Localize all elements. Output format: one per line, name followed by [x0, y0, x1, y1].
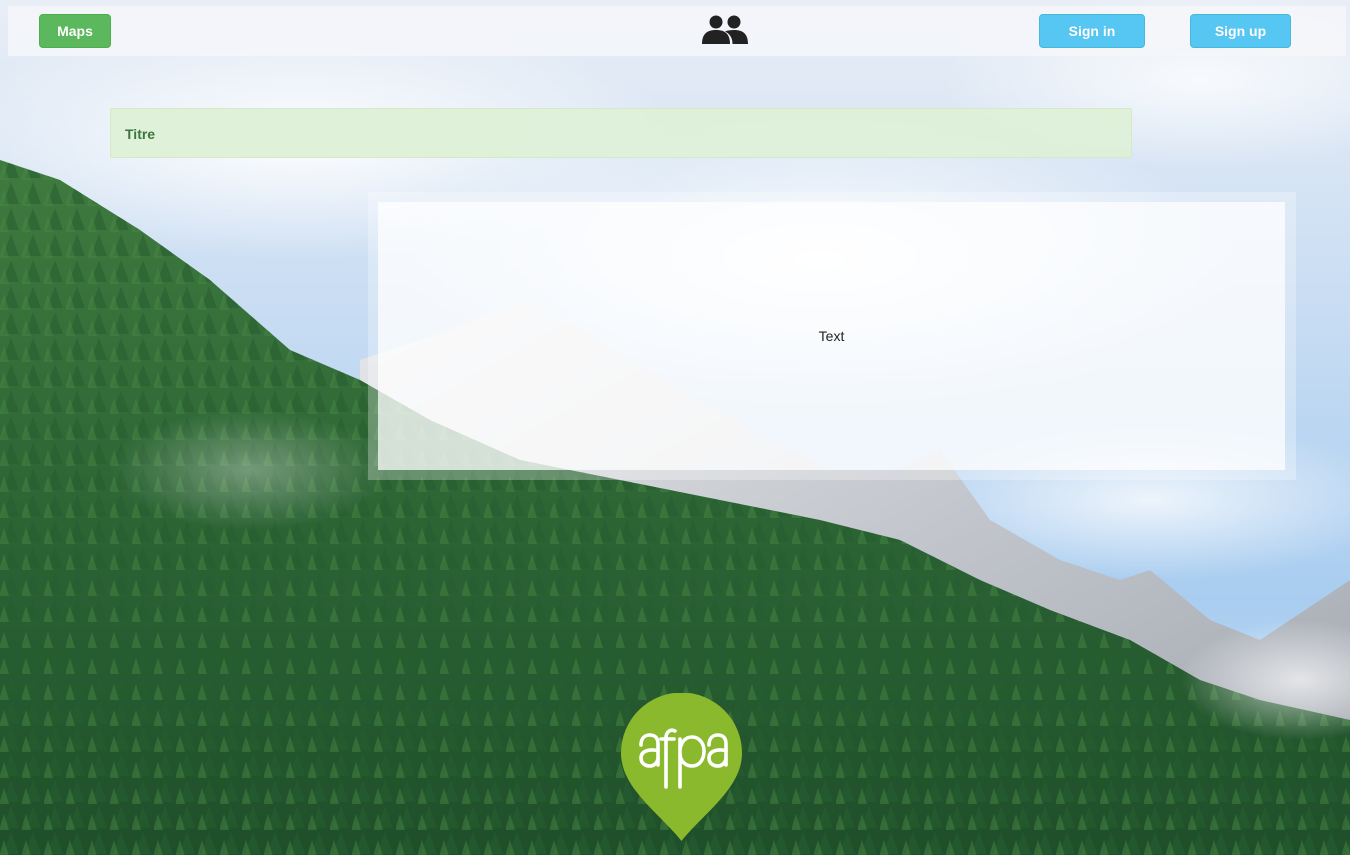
sign-up-button[interactable]: Sign up — [1190, 14, 1291, 48]
sign-in-button[interactable]: Sign in — [1039, 14, 1145, 48]
title-label: Titre — [125, 126, 156, 142]
afpa-logo — [621, 693, 742, 841]
content-text: Text — [818, 328, 845, 344]
content-panel: Text — [378, 202, 1285, 470]
users-icon[interactable] — [702, 14, 748, 44]
maps-button[interactable]: Maps — [39, 14, 111, 48]
top-navbar: Maps Sign in Sign up — [8, 6, 1346, 56]
title-alert: Titre — [110, 108, 1132, 158]
